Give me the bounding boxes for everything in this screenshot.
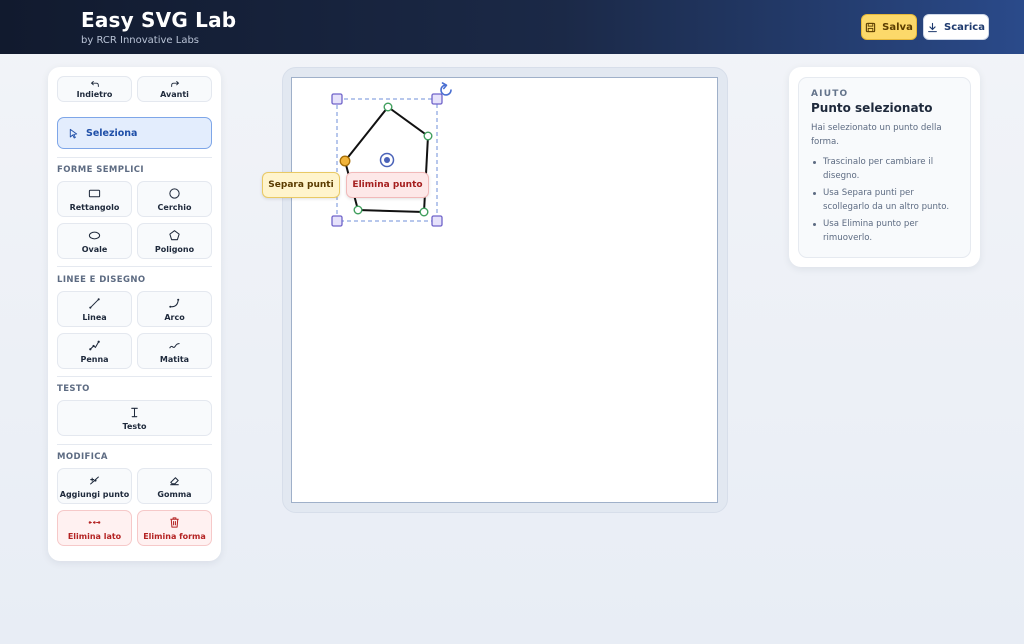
undo-arrow-icon: [90, 81, 99, 87]
help-tip: Usa Elimina punto per rimuoverlo.: [811, 218, 963, 245]
rectangle-tool-button[interactable]: Rettangolo: [57, 181, 132, 217]
pen-tool-button[interactable]: Penna: [57, 333, 132, 369]
redo-label: Avanti: [160, 90, 189, 99]
circle-icon: [169, 187, 180, 199]
help-tip: Trascinalo per cambiare il disegno.: [811, 156, 963, 183]
help-kicker: AIUTO: [811, 89, 849, 99]
eraser-icon: [170, 476, 179, 485]
pencil-tool-button[interactable]: Matita: [137, 333, 212, 369]
delete-side-tool-button[interactable]: Elimina lato: [57, 510, 132, 546]
eraser-tool-button[interactable]: Gomma: [137, 468, 212, 504]
text-tool-button[interactable]: Testo: [57, 400, 212, 436]
trash-icon: [170, 516, 179, 528]
add-point-tool-label: Aggiungi punto: [59, 489, 130, 499]
save-button[interactable]: Salva: [861, 14, 917, 40]
line-icon: [89, 297, 100, 309]
drawing-canvas[interactable]: [291, 77, 718, 503]
undo-button[interactable]: Indietro: [57, 76, 132, 102]
app-title: Easy SVG Lab: [81, 8, 237, 32]
section-title-modify: MODIFICA: [57, 452, 108, 462]
circle-tool-button[interactable]: Cerchio: [137, 181, 212, 217]
arc-tool-label: Arco: [164, 312, 185, 322]
line-tool-label: Linea: [82, 312, 107, 322]
redo-arrow-icon: [170, 81, 179, 87]
circle-tool-label: Cerchio: [157, 202, 192, 212]
oval-icon: [88, 231, 101, 239]
polygon-tool-label: Poligono: [154, 244, 195, 254]
redo-button[interactable]: Avanti: [137, 76, 212, 102]
add-point-tool-button[interactable]: Aggiungi punto: [57, 468, 132, 504]
floppy-disk-icon: [865, 22, 876, 32]
download-label: Scarica: [944, 21, 985, 33]
rectangle-icon: [88, 189, 101, 197]
section-title-lines-drawing: LINEE E DISEGNO: [57, 275, 146, 285]
delete-side-icon: [88, 520, 101, 524]
section-divider: [57, 266, 212, 267]
text-tool-label: Testo: [122, 421, 147, 431]
section-divider: [57, 376, 212, 377]
download-button[interactable]: Scarica: [923, 14, 989, 40]
arc-tool-button[interactable]: Arco: [137, 291, 212, 327]
section-title-simple-shapes: FORME SEMPLICI: [57, 165, 144, 175]
text-cursor-icon: [131, 407, 138, 417]
help-description: Hai selezionato un punto della forma.: [811, 123, 942, 147]
rectangle-tool-label: Rettangolo: [69, 202, 120, 212]
delete-shape-tool-label: Elimina forma: [143, 531, 206, 541]
section-divider: [57, 157, 212, 158]
help-tip: Usa Separa punti per scollegarlo da un a…: [811, 187, 963, 214]
pen-tool-label: Penna: [80, 354, 109, 364]
section-divider: [57, 444, 212, 445]
section-title-text: TESTO: [57, 384, 90, 394]
select-tool-button[interactable]: Seleziona: [57, 117, 212, 149]
cursor-arrow-icon: [69, 128, 78, 138]
line-tool-button[interactable]: Linea: [57, 291, 132, 327]
help-title: Punto selezionato: [811, 101, 933, 115]
delete-side-tool-label: Elimina lato: [67, 531, 122, 541]
polygon-tool-button[interactable]: Poligono: [137, 223, 212, 259]
eraser-tool-label: Gomma: [157, 489, 192, 499]
split-points-button[interactable]: Separa punti: [262, 172, 340, 198]
pentagon-icon: [169, 229, 180, 240]
oval-tool-label: Ovale: [81, 244, 108, 254]
delete-point-button[interactable]: Elimina punto: [346, 172, 429, 198]
app-subtitle: by RCR Innovative Labs: [81, 35, 199, 46]
arc-icon: [169, 298, 180, 308]
save-label: Salva: [882, 21, 913, 33]
download-icon: [928, 22, 937, 32]
add-point-icon: [89, 475, 100, 485]
app-header: Easy SVG Lab by RCR Innovative Labs Salv…: [0, 0, 1024, 54]
oval-tool-button[interactable]: Ovale: [57, 223, 132, 259]
undo-label: Indietro: [76, 90, 113, 99]
help-tips-list: Trascinalo per cambiare il disegno. Usa …: [811, 156, 963, 249]
delete-shape-tool-button[interactable]: Elimina forma: [137, 510, 212, 546]
pencil-tool-label: Matita: [159, 354, 190, 364]
pen-icon: [89, 340, 100, 350]
select-tool-label: Seleziona: [86, 127, 138, 139]
pencil-squiggle-icon: [169, 342, 180, 348]
